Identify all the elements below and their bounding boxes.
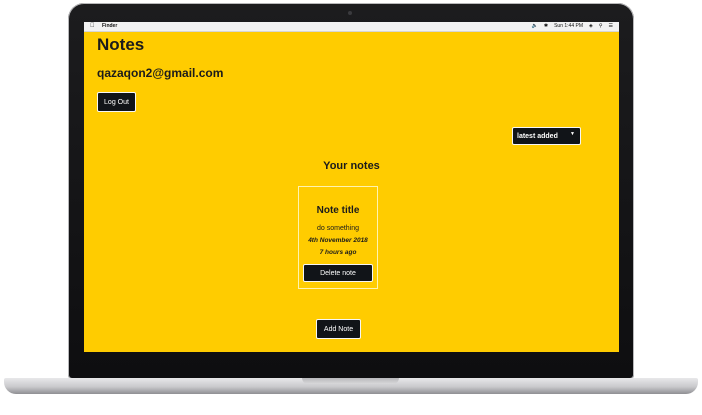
note-age: 7 hours ago: [319, 249, 357, 256]
menu-bar:  Finder 🔈 ✱ Sun 1:44 PM ◈ ⚲ ☰: [84, 22, 619, 32]
logout-button[interactable]: Log Out: [97, 92, 136, 112]
camera-icon: [348, 11, 352, 15]
search-icon[interactable]: ⚲: [599, 22, 603, 31]
wifi-icon[interactable]: ◈: [589, 22, 593, 31]
delete-note-button[interactable]: Delete note: [303, 264, 373, 282]
app-screen:  Finder 🔈 ✱ Sun 1:44 PM ◈ ⚲ ☰ Notes qaz…: [84, 22, 619, 352]
sort-select[interactable]: latest added ▼: [512, 127, 581, 145]
notes-section-title: Your notes: [323, 160, 380, 172]
menu-bar-status: 🔈 ✱ Sun 1:44 PM ◈ ⚲ ☰: [532, 22, 613, 31]
note-date: 4th November 2018: [308, 237, 368, 244]
note-body: do something: [316, 225, 360, 232]
bluetooth-icon[interactable]: ✱: [544, 22, 548, 31]
page-title: Notes: [97, 35, 145, 54]
apple-icon[interactable]: : [90, 22, 95, 31]
user-email: qazaqon2@gmail.com: [97, 66, 224, 80]
laptop-notch: [302, 378, 399, 384]
menu-list-icon[interactable]: ☰: [609, 22, 613, 31]
sort-selected-value: latest added: [517, 132, 558, 140]
caret-down-icon: ▼: [570, 131, 575, 137]
menu-app-name[interactable]: Finder: [102, 22, 117, 31]
volume-icon[interactable]: 🔈: [532, 22, 538, 31]
note-card: Note title do something 4th November 201…: [298, 186, 378, 289]
note-title: Note title: [316, 205, 360, 216]
menu-clock[interactable]: Sun 1:44 PM: [554, 22, 583, 31]
add-note-button[interactable]: Add Note: [316, 319, 361, 339]
